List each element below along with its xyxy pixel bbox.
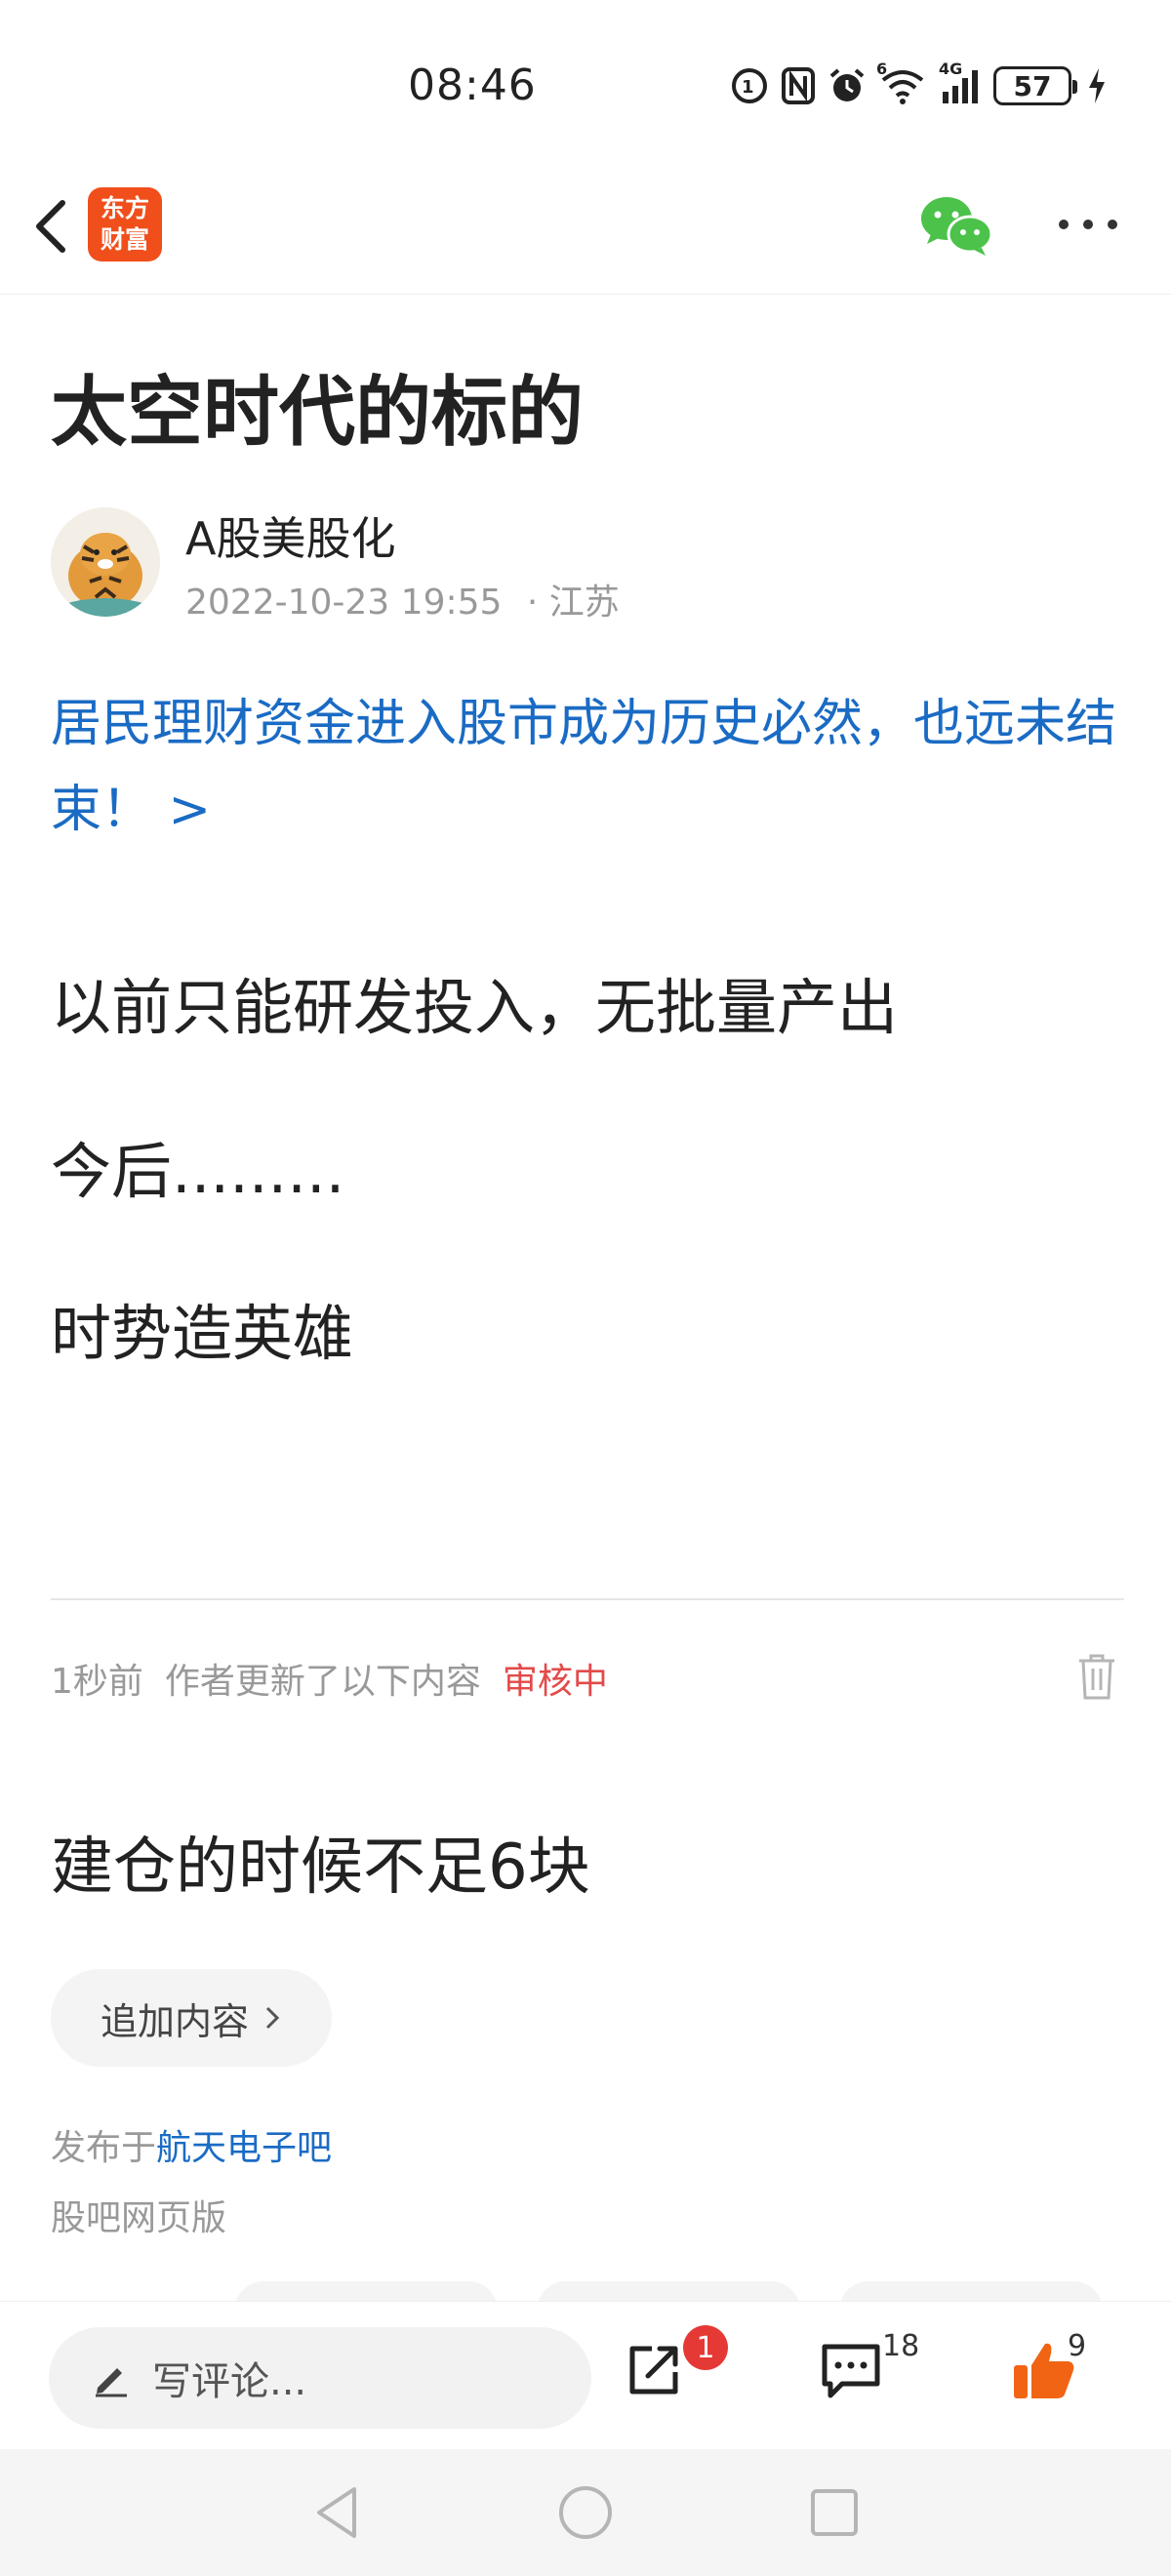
nfc-icon xyxy=(781,65,816,106)
share-badge: 1 xyxy=(683,2325,728,2370)
battery-level: 57 xyxy=(1013,69,1052,102)
section-divider xyxy=(51,1598,1124,1600)
likes-count: 9 xyxy=(1068,2329,1087,2363)
published-in: 发布于航天电子吧 xyxy=(51,2119,332,2170)
circle-home-icon xyxy=(559,2486,612,2539)
post-timestamp: 2022-10-23 19:55 xyxy=(185,583,503,623)
promo-link[interactable]: 居民理财资金进入股市成为历史必然，也远未结束！ > xyxy=(51,681,1134,853)
nav-bar: 东方 财富 xyxy=(0,166,1171,295)
update-note: 作者更新了以下内容 xyxy=(164,1662,481,1702)
published-prefix: 发布于 xyxy=(51,2128,157,2168)
back-button[interactable] xyxy=(21,187,80,265)
square-recents-icon xyxy=(811,2489,858,2536)
share-button[interactable] xyxy=(615,2331,693,2409)
pencil-icon xyxy=(96,2368,127,2397)
more-options-button[interactable] xyxy=(1054,205,1122,244)
web-version-label: 股吧网页版 xyxy=(51,2198,227,2238)
comment-bubble-icon xyxy=(822,2344,880,2398)
battery-icon: 57 xyxy=(993,65,1077,106)
update-content: 建仓的时候不足6块 xyxy=(51,1831,590,1904)
delete-update-button[interactable] xyxy=(1073,1651,1120,1702)
status-icons: 1 6 4G 57 xyxy=(730,60,1107,111)
network-type: 4G xyxy=(939,60,963,78)
author-name[interactable]: A股美股化 xyxy=(185,503,395,568)
bottom-action-bar: 写评论... 1 18 9 xyxy=(0,2301,1171,2449)
svg-text:1: 1 xyxy=(742,77,754,98)
comment-placeholder: 写评论... xyxy=(152,2359,307,2404)
system-recents-button[interactable] xyxy=(800,2478,868,2547)
update-time: 1秒前 xyxy=(51,1662,143,1702)
author-avatar[interactable] xyxy=(51,507,160,617)
alarm-icon xyxy=(828,65,867,106)
article-paragraph-1: 以前只能研发投入，无批量产出 xyxy=(51,972,899,1043)
signal-icon: 4G xyxy=(939,60,982,106)
more-dots-icon xyxy=(1059,220,1117,229)
comments-button[interactable] xyxy=(812,2331,890,2409)
article-title: 太空时代的标的 xyxy=(51,369,585,457)
triangle-back-icon xyxy=(317,2487,356,2538)
post-meta: 2022-10-23 19:55 · 江苏 xyxy=(185,574,633,624)
share-icon xyxy=(629,2346,678,2395)
status-time: 08:46 xyxy=(408,60,537,110)
status-bar: 08:46 1 6 4G 57 xyxy=(0,0,1171,166)
article-paragraph-2: 今后......... xyxy=(51,1136,345,1207)
article-paragraph-3: 时势造英雄 xyxy=(51,1298,354,1369)
wifi-icon: 6 xyxy=(876,60,927,106)
append-label: 追加内容 xyxy=(100,1999,249,2043)
trash-icon xyxy=(1079,1654,1114,1700)
sim-icon: 1 xyxy=(730,65,769,106)
update-info: 1秒前 作者更新了以下内容 审核中 xyxy=(51,1653,608,1704)
post-location: · 江苏 xyxy=(526,583,620,623)
app-logo[interactable]: 东方 财富 xyxy=(88,187,162,262)
system-nav-bar xyxy=(0,2449,1171,2576)
append-content-button[interactable]: 追加内容 xyxy=(51,1969,332,2067)
logo-line-1: 东方 xyxy=(100,194,149,222)
comment-input[interactable]: 写评论... xyxy=(49,2327,591,2429)
system-home-button[interactable] xyxy=(551,2478,620,2547)
tiger-avatar-icon xyxy=(51,507,160,617)
chevron-left-icon xyxy=(36,200,65,253)
system-back-button[interactable] xyxy=(303,2478,371,2547)
stock-bar-link[interactable]: 航天电子吧 xyxy=(156,2128,332,2168)
wechat-icon xyxy=(921,197,993,256)
comments-count: 18 xyxy=(882,2329,920,2363)
chevron-right-icon xyxy=(265,2006,280,2030)
wechat-share-button[interactable] xyxy=(917,191,995,260)
wifi-badge: 6 xyxy=(876,60,888,78)
charging-icon xyxy=(1087,65,1107,106)
logo-line-2: 财富 xyxy=(100,225,149,254)
review-status: 审核中 xyxy=(502,1662,608,1702)
